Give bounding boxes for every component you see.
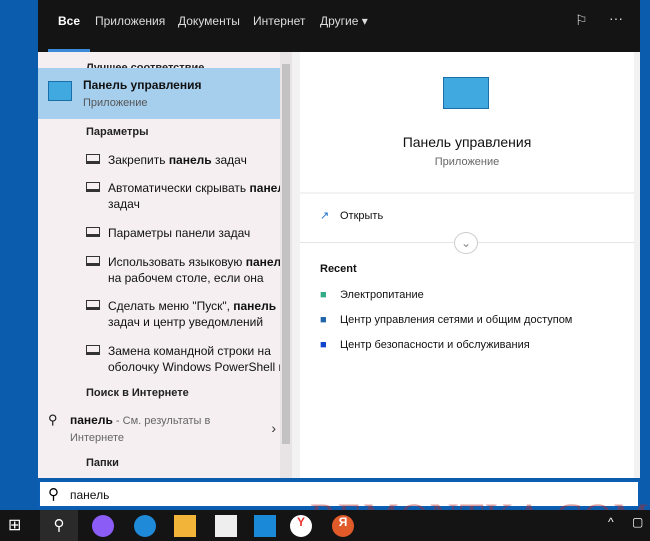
chevron-up-icon[interactable]: ^ bbox=[608, 515, 630, 537]
item-text-end: задач bbox=[108, 197, 140, 211]
search-taskbar-icon[interactable]: ⚲ bbox=[40, 510, 78, 541]
section-web: Поиск в Интернете bbox=[86, 387, 189, 399]
best-match-item[interactable]: Панель управления Приложение bbox=[38, 68, 280, 119]
preview-actions: ↗ Открыть ⌄ Recent ■ Электропитание ■ Центр … bbox=[300, 194, 634, 478]
settings-icon bbox=[86, 227, 100, 237]
file-explorer-icon[interactable] bbox=[174, 515, 196, 537]
recent-item[interactable]: ■ Центр безопасности и обслуживания bbox=[320, 339, 530, 351]
item-text: Параметры панели задач bbox=[108, 226, 251, 240]
section-settings: Параметры bbox=[86, 126, 149, 138]
feedback-icon[interactable]: ⚐ bbox=[575, 12, 588, 50]
control-panel-icon bbox=[48, 81, 72, 101]
windows-start-icon[interactable]: ⊞ bbox=[8, 515, 30, 537]
store-icon[interactable] bbox=[215, 515, 237, 537]
settings-icon bbox=[86, 182, 100, 192]
item-text: Замена командной строки на оболочку Wind… bbox=[108, 344, 285, 374]
more-icon[interactable]: ··· bbox=[609, 10, 623, 48]
tab-other-label: Другие bbox=[320, 14, 359, 28]
best-match-subtitle: Приложение bbox=[83, 97, 148, 109]
recent-item[interactable]: ■ Электропитание bbox=[320, 289, 424, 301]
mail-icon[interactable] bbox=[254, 515, 276, 537]
item-text: Использовать языковую bbox=[108, 255, 246, 269]
search-icon: ⚲ bbox=[48, 412, 58, 427]
alice-icon[interactable] bbox=[92, 515, 114, 537]
notification-icon[interactable]: ▢ bbox=[632, 515, 650, 537]
yandex-browser-icon[interactable]: Y bbox=[290, 515, 312, 537]
web-search-item[interactable]: ⚲ панель - См. результаты в Интернете › bbox=[38, 412, 280, 446]
search-window: Все Приложения Документы Интернет Другие… bbox=[38, 0, 640, 478]
recent-label: Recent bbox=[320, 263, 357, 275]
control-panel-icon-large bbox=[443, 77, 489, 109]
item-text-end: задач bbox=[211, 153, 247, 167]
best-match-title: Панель управления bbox=[83, 78, 202, 92]
recent-item-label: Центр управления сетями и общим доступом bbox=[340, 314, 573, 326]
tab-all[interactable]: Все bbox=[48, 14, 91, 52]
item-bold: панель bbox=[233, 299, 277, 313]
yandex-icon[interactable]: Я bbox=[332, 515, 354, 537]
section-folders: Папки bbox=[86, 457, 119, 469]
edge-icon[interactable] bbox=[134, 515, 156, 537]
settings-icon bbox=[86, 256, 100, 266]
chevron-right-icon[interactable]: › bbox=[271, 420, 276, 436]
recent-item-icon: ■ bbox=[320, 289, 327, 301]
preview-pane: Панель управления Приложение ↗ Открыть ⌄ … bbox=[300, 52, 634, 478]
scrollbar-thumb[interactable] bbox=[282, 64, 290, 444]
tab-other[interactable]: Другие ▾ bbox=[320, 14, 368, 52]
recent-item[interactable]: ■ Центр управления сетями и общим доступо… bbox=[320, 314, 572, 326]
tab-bar: Все Приложения Документы Интернет Другие… bbox=[38, 0, 640, 52]
preview-subtitle: Приложение bbox=[434, 156, 500, 168]
expand-chevron-icon[interactable]: ⌄ bbox=[454, 232, 478, 254]
item-text-end: на рабочем столе, если она bbox=[108, 271, 264, 285]
open-icon: ↗ bbox=[320, 210, 330, 222]
recent-item-label: Центр безопасности и обслуживания bbox=[340, 339, 530, 351]
open-label: Открыть bbox=[340, 210, 384, 222]
caret-down-icon: ▾ bbox=[361, 14, 368, 28]
settings-icon bbox=[86, 300, 100, 310]
item-bold: панель bbox=[168, 153, 212, 167]
preview-header: Панель управления Приложение bbox=[300, 52, 634, 192]
settings-icon bbox=[86, 345, 100, 355]
web-query: панель bbox=[70, 413, 113, 427]
settings-icon bbox=[86, 154, 100, 164]
tab-apps[interactable]: Приложения bbox=[95, 14, 165, 52]
tab-internet[interactable]: Интернет bbox=[253, 14, 305, 52]
search-input[interactable]: панель bbox=[70, 488, 109, 502]
search-icon: ⚲ bbox=[48, 486, 59, 503]
taskbar: ⊞ ⚲ Y Я ^ ▢ bbox=[0, 510, 650, 541]
preview-title: Панель управления bbox=[402, 134, 532, 150]
recent-item-icon: ■ bbox=[320, 339, 327, 351]
open-action[interactable]: ↗ Открыть bbox=[320, 209, 383, 222]
item-text-end: задач и центр уведомлений bbox=[108, 315, 264, 329]
recent-item-label: Электропитание bbox=[340, 289, 424, 301]
item-text: Сделать меню "Пуск", bbox=[108, 299, 234, 313]
item-text: Закрепить bbox=[108, 153, 169, 167]
item-text: Автоматически скрывать bbox=[108, 181, 250, 195]
recent-item-icon: ■ bbox=[320, 314, 327, 326]
tab-documents[interactable]: Документы bbox=[178, 14, 240, 52]
